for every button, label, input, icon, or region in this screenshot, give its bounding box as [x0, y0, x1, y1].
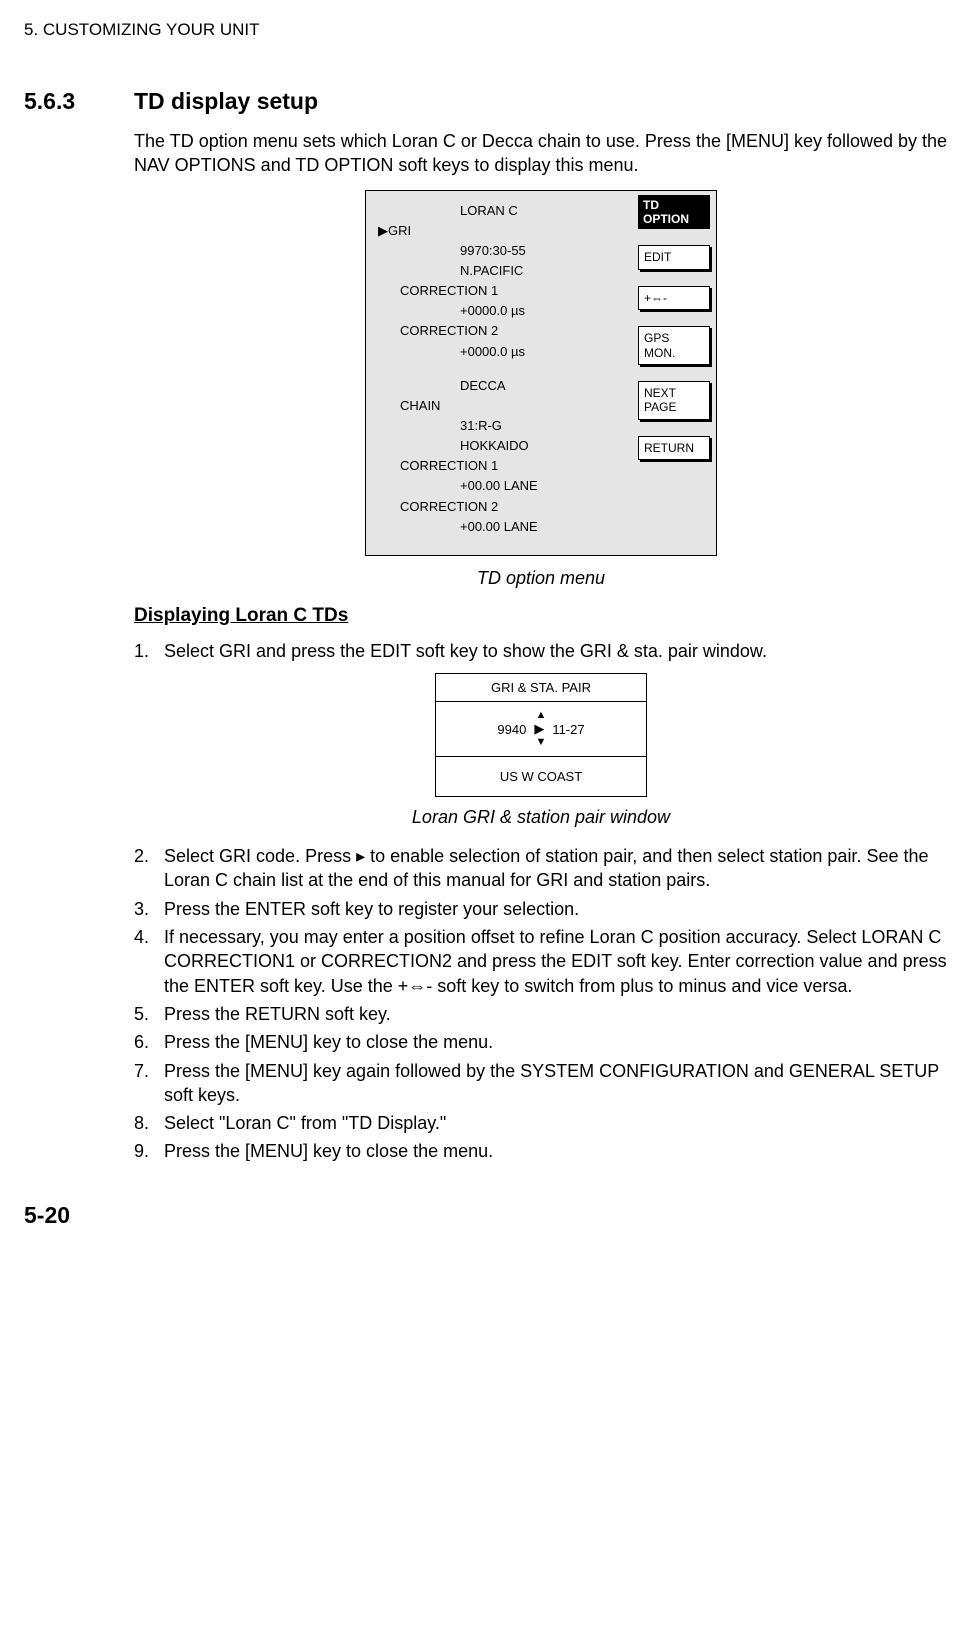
chain-label: CHAIN — [400, 396, 630, 416]
step-text: Press the [MENU] key to close the menu. — [164, 1030, 948, 1054]
decca-correction1-value: +00.00 LANE — [460, 476, 630, 496]
step-7: 7. Press the [MENU] key again followed b… — [134, 1059, 948, 1108]
step-2: 2. Select GRI code. Press ▸ to enable se… — [134, 844, 948, 893]
section-heading: 5.6.3 TD display setup — [24, 88, 948, 115]
step-number: 6. — [134, 1030, 164, 1054]
gri-window-title: GRI & STA. PAIR — [436, 674, 646, 701]
gri-sta-pair-window: GRI & STA. PAIR ▲ 9940 ▶ 11-27 ▼ US W CO… — [435, 673, 647, 797]
correction2-label: CORRECTION 2 — [400, 321, 630, 341]
step-3: 3. Press the ENTER soft key to register … — [134, 897, 948, 921]
gri-region: N.PACIFIC — [460, 261, 630, 281]
gri-window-region: US W COAST — [436, 757, 646, 796]
step-number: 5. — [134, 1002, 164, 1026]
menu-left-panel: LORAN C ▶GRI 9970:30-55 N.PACIFIC CORREC… — [366, 191, 638, 555]
correction1-label: CORRECTION 1 — [400, 281, 630, 301]
next-page-softkey[interactable]: NEXT PAGE — [638, 381, 710, 420]
figure2-caption: Loran GRI & station pair window — [134, 807, 948, 828]
step-5: 5. Press the RETURN soft key. — [134, 1002, 948, 1026]
next-page-line2: PAGE — [644, 400, 704, 414]
step-text: Select GRI code. Press ▸ to enable selec… — [164, 844, 948, 893]
gps-mon-softkey[interactable]: GPS MON. — [638, 326, 710, 365]
chain-value: 31:R-G — [460, 416, 630, 436]
step-text: If necessary, you may enter a position o… — [164, 925, 948, 998]
softkey-title-line2: OPTION — [643, 212, 705, 226]
correction2-value: +0000.0 µs — [460, 342, 630, 362]
return-softkey[interactable]: RETURN — [638, 436, 710, 460]
gri-window-body: ▲ 9940 ▶ 11-27 ▼ — [436, 701, 646, 757]
step-text: Select "Loran C" from "TD Display." — [164, 1111, 948, 1135]
decca-correction2-value: +00.00 LANE — [460, 517, 630, 537]
page-number: 5-20 — [24, 1202, 948, 1229]
displaying-loran-subheading: Displaying Loran C TDs — [134, 605, 948, 627]
step-text: Press the [MENU] key again followed by t… — [164, 1059, 948, 1108]
section-title: TD display setup — [134, 88, 318, 115]
right-arrow-icon: ▶ — [534, 721, 544, 737]
decca-correction2-label: CORRECTION 2 — [400, 497, 630, 517]
step-number: 4. — [134, 925, 164, 998]
down-arrow-icon: ▼ — [436, 737, 646, 748]
gri-left-value: 9940 — [497, 722, 526, 737]
step-number: 1. — [134, 639, 164, 663]
decca-label: DECCA — [460, 376, 630, 396]
next-page-line1: NEXT — [644, 386, 704, 400]
step-text: Press the ENTER soft key to register you… — [164, 897, 948, 921]
figure1-caption: TD option menu — [134, 568, 948, 589]
cursor-icon: ▶ — [378, 221, 388, 241]
step-4: 4. If necessary, you may enter a positio… — [134, 925, 948, 998]
gri-value: 9970:30-55 — [460, 241, 630, 261]
section-number: 5.6.3 — [24, 88, 134, 115]
decca-correction1-label: CORRECTION 1 — [400, 456, 630, 476]
step-number: 9. — [134, 1139, 164, 1163]
chapter-header: 5. CUSTOMIZING YOUR UNIT — [24, 20, 948, 40]
step-number: 7. — [134, 1059, 164, 1108]
edit-softkey[interactable]: EDIT — [638, 245, 710, 269]
chain-region: HOKKAIDO — [460, 436, 630, 456]
gri-row: ▶GRI — [378, 221, 630, 241]
softkey-title-line1: TD — [643, 198, 705, 212]
intro-paragraph: The TD option menu sets which Loran C or… — [134, 129, 948, 178]
step-number: 3. — [134, 897, 164, 921]
step-text: Select GRI and press the EDIT soft key t… — [164, 639, 948, 663]
step-1: 1. Select GRI and press the EDIT soft ke… — [134, 639, 948, 663]
step-text: Press the RETURN soft key. — [164, 1002, 948, 1026]
step-number: 8. — [134, 1111, 164, 1135]
softkey-title: TD OPTION — [638, 195, 710, 230]
gps-mon-line2: MON. — [644, 346, 704, 360]
step-number: 2. — [134, 844, 164, 893]
softkey-column: TD OPTION EDIT +⇔- GPS MON. NEXT PAGE RE… — [638, 191, 716, 555]
gps-mon-line1: GPS — [644, 331, 704, 345]
td-option-menu-figure: LORAN C ▶GRI 9970:30-55 N.PACIFIC CORREC… — [365, 190, 717, 556]
step-6: 6. Press the [MENU] key to close the men… — [134, 1030, 948, 1054]
correction1-value: +0000.0 µs — [460, 301, 630, 321]
gri-right-value: 11-27 — [552, 722, 584, 737]
up-arrow-icon: ▲ — [436, 710, 646, 721]
step-9: 9. Press the [MENU] key to close the men… — [134, 1139, 948, 1163]
step-8: 8. Select "Loran C" from "TD Display." — [134, 1111, 948, 1135]
step-text: Press the [MENU] key to close the menu. — [164, 1139, 948, 1163]
gri-label: GRI — [388, 223, 411, 238]
loran-c-label: LORAN C — [460, 201, 630, 221]
plus-minus-softkey[interactable]: +⇔- — [638, 286, 710, 310]
